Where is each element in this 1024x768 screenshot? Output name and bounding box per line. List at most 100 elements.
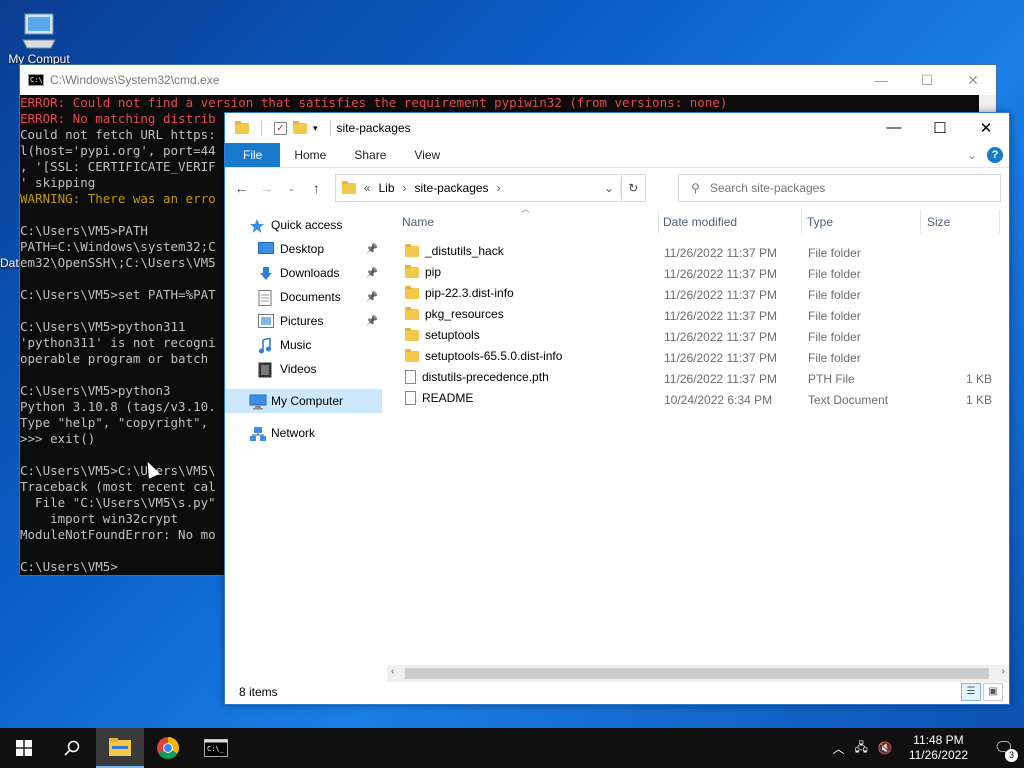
- details-view-icon[interactable]: ☰: [961, 683, 981, 701]
- column-type[interactable]: Type: [807, 215, 833, 229]
- nav-item-label: Quick access: [271, 218, 343, 232]
- scroll-left-icon[interactable]: ‹: [391, 666, 394, 677]
- pin-icon[interactable]: 📌: [366, 316, 378, 327]
- file-type: File folder: [808, 351, 861, 365]
- file-row[interactable]: setuptools-65.5.0.dist-info 11/26/2022 11…: [387, 347, 1009, 368]
- recent-locations-icon[interactable]: ⌄: [283, 183, 300, 194]
- column-date-modified[interactable]: Date modified: [663, 215, 737, 229]
- nav-item-label: Downloads: [280, 266, 340, 280]
- file-row[interactable]: pip-22.3.dist-info 11/26/2022 11:37 PM Fil…: [387, 284, 1009, 305]
- explorer-window[interactable]: ✓ ▾ site-packages — ☐ ✕ File Home Share …: [224, 112, 1010, 705]
- nav-item-my-computer[interactable]: My Computer: [225, 389, 382, 413]
- file-row[interactable]: distutils-precedence.pth 11/26/2022 11:37…: [387, 368, 1009, 389]
- breadcrumb-overflow[interactable]: «: [364, 181, 371, 195]
- properties-icon[interactable]: ✓: [274, 121, 287, 135]
- clock[interactable]: 11:48 PM 11/26/2022: [903, 733, 974, 763]
- cmd-line: import win32crypt: [20, 511, 179, 526]
- minimize-button[interactable]: —: [858, 72, 904, 89]
- folder-icon: [405, 243, 419, 257]
- breadcrumb-separator[interactable]: ›: [497, 181, 501, 195]
- file-name: pip-22.3.dist-info: [425, 286, 514, 300]
- file-list[interactable]: ︿ Name Date modified Type Size _distutil…: [387, 204, 1009, 664]
- nav-item-downloads[interactable]: Downloads 📌: [225, 261, 382, 285]
- volume-muted-icon[interactable]: 🔇: [878, 741, 893, 755]
- taskbar-file-explorer[interactable]: [96, 728, 144, 768]
- back-arrow-icon[interactable]: ←: [233, 180, 250, 196]
- file-date: 11/26/2022 11:37 PM: [664, 372, 777, 386]
- nav-item-quick-access[interactable]: Quick access: [225, 213, 382, 237]
- file-name: setuptools: [425, 328, 480, 342]
- action-center-button[interactable]: 🗨 3: [984, 738, 1024, 762]
- file-row[interactable]: pip 11/26/2022 11:37 PM File folder: [387, 263, 1009, 284]
- file-row[interactable]: README 10/24/2022 6:34 PM Text Document 1 K…: [387, 389, 1009, 410]
- forward-arrow-icon[interactable]: →: [258, 180, 275, 196]
- nav-item-network[interactable]: Network: [225, 421, 382, 445]
- cmd-title: C:\Windows\System32\cmd.exe: [50, 73, 220, 87]
- file-type: File folder: [808, 288, 861, 302]
- maximize-button[interactable]: ☐: [917, 119, 963, 137]
- nav-item-music[interactable]: Music: [225, 333, 382, 357]
- pin-icon[interactable]: 📌: [366, 268, 378, 279]
- cmd-output[interactable]: ERROR: No matching distrib Could not fetc…: [20, 95, 225, 575]
- chevron-down-icon[interactable]: ▾: [313, 123, 318, 134]
- column-size[interactable]: Size: [927, 215, 950, 229]
- tab-share[interactable]: Share: [340, 143, 400, 167]
- search-button[interactable]: [48, 728, 96, 768]
- nav-item-desktop[interactable]: Desktop 📌: [225, 237, 382, 261]
- file-name: _distutils_hack: [425, 244, 504, 258]
- pin-icon[interactable]: 📌: [366, 292, 378, 303]
- taskbar-chrome[interactable]: [144, 728, 192, 768]
- windows-icon: [16, 740, 32, 756]
- breadcrumb-site-packages[interactable]: site-packages: [415, 181, 489, 195]
- start-button[interactable]: [0, 728, 48, 768]
- close-button[interactable]: ✕: [950, 72, 996, 89]
- tab-home[interactable]: Home: [280, 143, 340, 167]
- scrollbar-thumb[interactable]: [405, 668, 989, 679]
- show-hidden-icons-icon[interactable]: ︿: [832, 740, 844, 757]
- file-row[interactable]: pkg_resources 11/26/2022 11:37 PM File fol…: [387, 305, 1009, 326]
- minimize-button[interactable]: —: [871, 119, 917, 137]
- up-arrow-icon[interactable]: ↑: [308, 180, 325, 196]
- pin-icon[interactable]: 📌: [366, 244, 378, 255]
- tab-view[interactable]: View: [400, 143, 454, 167]
- maximize-button[interactable]: ☐: [904, 72, 950, 89]
- tab-file[interactable]: File: [225, 143, 281, 167]
- refresh-icon[interactable]: ↻: [621, 174, 647, 202]
- address-dropdown-icon[interactable]: ⌄: [599, 181, 621, 195]
- desktop-icon-my-computer[interactable]: My Comput: [4, 10, 74, 66]
- column-name[interactable]: Name: [402, 215, 434, 229]
- cmd-line: [20, 447, 225, 463]
- window-title: site-packages: [336, 121, 411, 135]
- folder-icon: [405, 306, 419, 320]
- videos-icon: [258, 362, 274, 378]
- address-bar[interactable]: « Lib › site-packages › ⌄: [334, 174, 622, 202]
- search-box[interactable]: ⚲ Search site-packages: [678, 174, 1001, 202]
- cmd-titlebar[interactable]: C:\ C:\Windows\System32\cmd.exe — ☐ ✕: [20, 65, 996, 95]
- chevron-down-icon[interactable]: ⌄: [967, 148, 977, 162]
- network-icon[interactable]: 🖧: [854, 738, 867, 759]
- breadcrumb-separator[interactable]: ›: [403, 181, 407, 195]
- large-icons-view-icon[interactable]: ▣: [983, 683, 1003, 701]
- explorer-titlebar[interactable]: ✓ ▾ site-packages — ☐ ✕: [225, 113, 1009, 143]
- cmd-line: C:\Users\VM5>C:\Users\VM5\: [20, 463, 216, 478]
- nav-item-pictures[interactable]: Pictures 📌: [225, 309, 382, 333]
- navigation-pane[interactable]: Quick access Desktop 📌 Downloads 📌 Documents 📌…: [225, 208, 382, 668]
- file-row[interactable]: setuptools 11/26/2022 11:37 PM File folder: [387, 326, 1009, 347]
- taskbar-cmd[interactable]: C:\_: [192, 728, 240, 768]
- file-size: 1 KB: [965, 393, 992, 407]
- file-type: PTH File: [808, 372, 855, 386]
- folder-icon: [405, 348, 419, 362]
- help-icon[interactable]: ?: [987, 147, 1003, 163]
- breadcrumb-lib[interactable]: Lib: [379, 181, 395, 195]
- status-bar: 8 items ☰ ▣: [225, 680, 1009, 704]
- scroll-right-icon[interactable]: ›: [1002, 666, 1005, 677]
- cmd-line: >>> exit(): [20, 431, 96, 446]
- new-folder-icon[interactable]: [293, 120, 307, 134]
- nav-item-videos[interactable]: Videos: [225, 357, 382, 381]
- close-button[interactable]: ✕: [963, 119, 1009, 137]
- file-row[interactable]: _distutils_hack 11/26/2022 11:37 PM File f…: [387, 242, 1009, 263]
- folder-icon: [235, 120, 249, 134]
- file-name: setuptools-65.5.0.dist-info: [425, 349, 563, 363]
- computer-icon: [19, 10, 59, 50]
- nav-item-documents[interactable]: Documents 📌: [225, 285, 382, 309]
